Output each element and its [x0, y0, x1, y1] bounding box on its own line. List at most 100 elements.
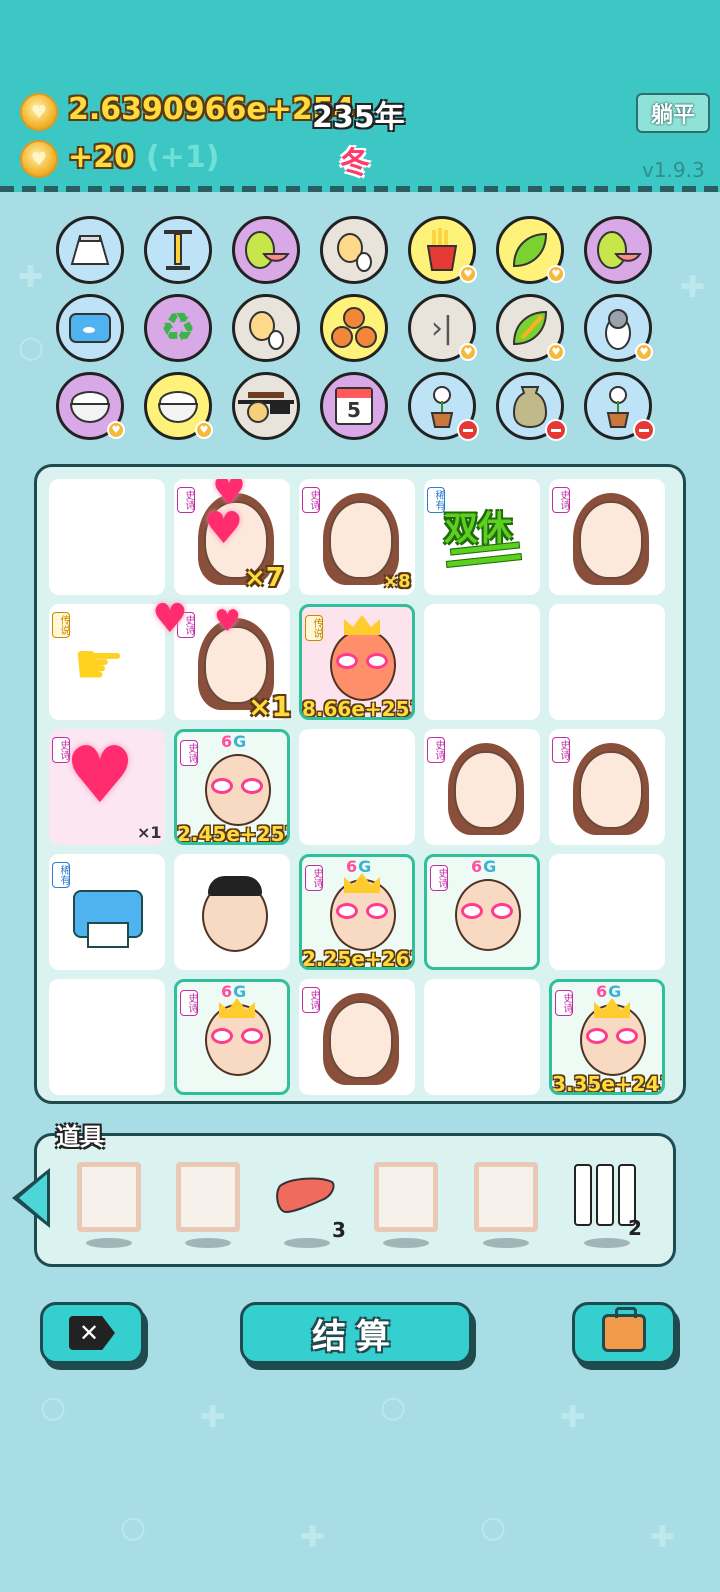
settle-button[interactable]: 结算	[240, 1302, 472, 1364]
calendar-day: 5	[347, 398, 361, 422]
6g-badge: 6G	[221, 982, 248, 1001]
crown-icon	[219, 998, 255, 1018]
rice-bowl-icon[interactable]: ♥	[144, 372, 213, 440]
epic-tag: 史诗	[302, 987, 320, 1013]
fish-tank-icon[interactable]	[56, 294, 124, 362]
tool-slot-empty[interactable]	[374, 1162, 438, 1232]
bg-ring-icon: ○	[120, 1510, 147, 1545]
epic-tag: 史诗	[552, 487, 570, 513]
skip-icon[interactable]: ›| ♥	[408, 294, 477, 362]
girl-face	[579, 751, 643, 829]
multiplier: ×1	[137, 823, 162, 842]
heart-glasses-icon	[461, 903, 515, 919]
bg-plus-icon: ✚	[18, 260, 44, 295]
tool-slot-empty[interactable]	[176, 1162, 240, 1232]
board-cell-king[interactable]: 史诗 6G 2.25e+262	[299, 854, 415, 970]
settle-label: 结算	[312, 1316, 400, 1357]
remove-badge-icon[interactable]	[633, 419, 655, 441]
pomelo-icon[interactable]	[232, 216, 300, 284]
briefcase-icon	[602, 1307, 646, 1352]
recycle-icon[interactable]: ♻	[144, 294, 212, 362]
delete-button[interactable]: ✕	[40, 1302, 144, 1364]
heart-badge-icon: ♥	[459, 265, 477, 283]
board-cell-empty[interactable]	[299, 729, 415, 845]
header-divider	[0, 186, 720, 192]
board-cell-girl[interactable]: 史诗	[424, 729, 540, 845]
board-cell-empty[interactable]	[424, 979, 540, 1095]
leaf-icon[interactable]: ♥	[496, 216, 565, 284]
pump-icon[interactable]	[144, 216, 212, 284]
board-cell-girl[interactable]: 史诗	[299, 979, 415, 1095]
board-cell-girl[interactable]: 史诗 ×8	[299, 479, 415, 595]
calendar-icon[interactable]: 5	[320, 372, 388, 440]
board-cell-man[interactable]	[174, 854, 290, 970]
board-cell-old-man[interactable]: 史诗 6G	[424, 854, 540, 970]
tool-slot-empty[interactable]	[474, 1162, 538, 1232]
epic-tag: 史诗	[552, 737, 570, 763]
heart-icon: ♥	[204, 503, 244, 554]
sack-icon[interactable]	[496, 372, 567, 441]
cell-value: 8.66e+253	[302, 697, 415, 720]
heart-badge-icon: ♥	[459, 343, 477, 361]
coin-icon: ♥	[20, 140, 58, 178]
heart-badge-icon: ♥	[547, 265, 565, 283]
bag-button[interactable]	[572, 1302, 676, 1364]
board-cell-empty[interactable]	[49, 479, 165, 595]
dog-icon[interactable]: ♥	[584, 294, 653, 362]
board-cell-king[interactable]: 史诗 6G	[174, 979, 290, 1095]
crown-icon	[344, 615, 380, 635]
rare-tag: 稀有	[427, 487, 445, 513]
tool-slot-empty[interactable]	[77, 1162, 141, 1232]
epic-tag: 史诗	[427, 737, 445, 763]
leaf-icon[interactable]: ♥	[496, 294, 565, 362]
year-counter: 235年	[312, 100, 405, 135]
board-cell-king[interactable]: 史诗 6G 3.35e+243	[549, 979, 665, 1095]
chick-egg-icon[interactable]	[320, 216, 388, 284]
potted-flower-icon[interactable]	[584, 372, 655, 441]
board-cell-empty[interactable]	[549, 854, 665, 970]
girl-face	[454, 751, 518, 829]
board-cell-shuangxiu[interactable]: 稀有 双休	[424, 479, 540, 595]
remove-badge-icon[interactable]	[545, 419, 567, 441]
board-cell-old-man[interactable]: 史诗 6G 2.45e+252	[174, 729, 290, 845]
chick-egg-icon[interactable]	[232, 294, 300, 362]
prev-page-arrow-icon[interactable]	[12, 1168, 50, 1228]
board-cell-girl[interactable]: 史诗	[549, 479, 665, 595]
crown-icon	[344, 873, 380, 893]
board-cell-girl[interactable]: 史诗	[549, 729, 665, 845]
big-heart-icon: ♥	[65, 731, 135, 821]
board-cell-pointer[interactable]: 传说 ☛	[49, 604, 165, 720]
fries-icon[interactable]: ♥	[408, 216, 477, 284]
tool-slot-liver[interactable]	[276, 1176, 340, 1226]
potted-flower-icon[interactable]	[408, 372, 479, 441]
board-cell-girl[interactable]: 史诗 ♥ ♥ ×1	[152, 596, 291, 723]
6g-badge: 6G	[596, 982, 623, 1001]
tools-title: 道具	[56, 1123, 104, 1151]
board-cell-empty[interactable]	[49, 979, 165, 1095]
board-cell-big-heart[interactable]: 史诗 ♥ ×1	[49, 729, 165, 845]
bg-plus-icon: ✚	[200, 1400, 226, 1435]
rice-bowl-icon[interactable]: ♥	[56, 372, 125, 440]
board-cell-girl[interactable]: 史诗 ♥ ♥ ×7	[174, 479, 290, 595]
heart-glasses-icon	[211, 778, 265, 794]
skirt-icon[interactable]	[56, 216, 124, 284]
coin-purse-icon[interactable]	[232, 372, 300, 440]
multiplier: ×7	[244, 563, 284, 593]
board-cell-empty[interactable]	[549, 604, 665, 720]
season-label: 冬	[340, 146, 370, 181]
basketballs-icon[interactable]	[320, 294, 388, 362]
heart-glasses-icon	[336, 653, 390, 669]
epic-tag: 史诗	[177, 487, 195, 513]
6g-badge: 6G	[471, 857, 498, 876]
pomelo-icon[interactable]	[584, 216, 652, 284]
board-cell-empty[interactable]	[424, 604, 540, 720]
epic-tag: 史诗	[555, 990, 573, 1016]
slot-shadow	[483, 1238, 529, 1248]
tangping-button[interactable]: 躺平	[636, 93, 710, 133]
remove-badge-icon[interactable]	[457, 419, 479, 441]
top-status-bar: ♥ 2.6390966e+254 235年 ♥ +20 (+1) 冬 躺平 v1…	[0, 0, 720, 191]
board-cell-king[interactable]: 传说 8.66e+253	[299, 604, 415, 720]
cards-count: 2	[628, 1216, 642, 1240]
delete-x-icon: ✕	[69, 1316, 115, 1350]
board-cell-printer[interactable]: 稀有	[49, 854, 165, 970]
